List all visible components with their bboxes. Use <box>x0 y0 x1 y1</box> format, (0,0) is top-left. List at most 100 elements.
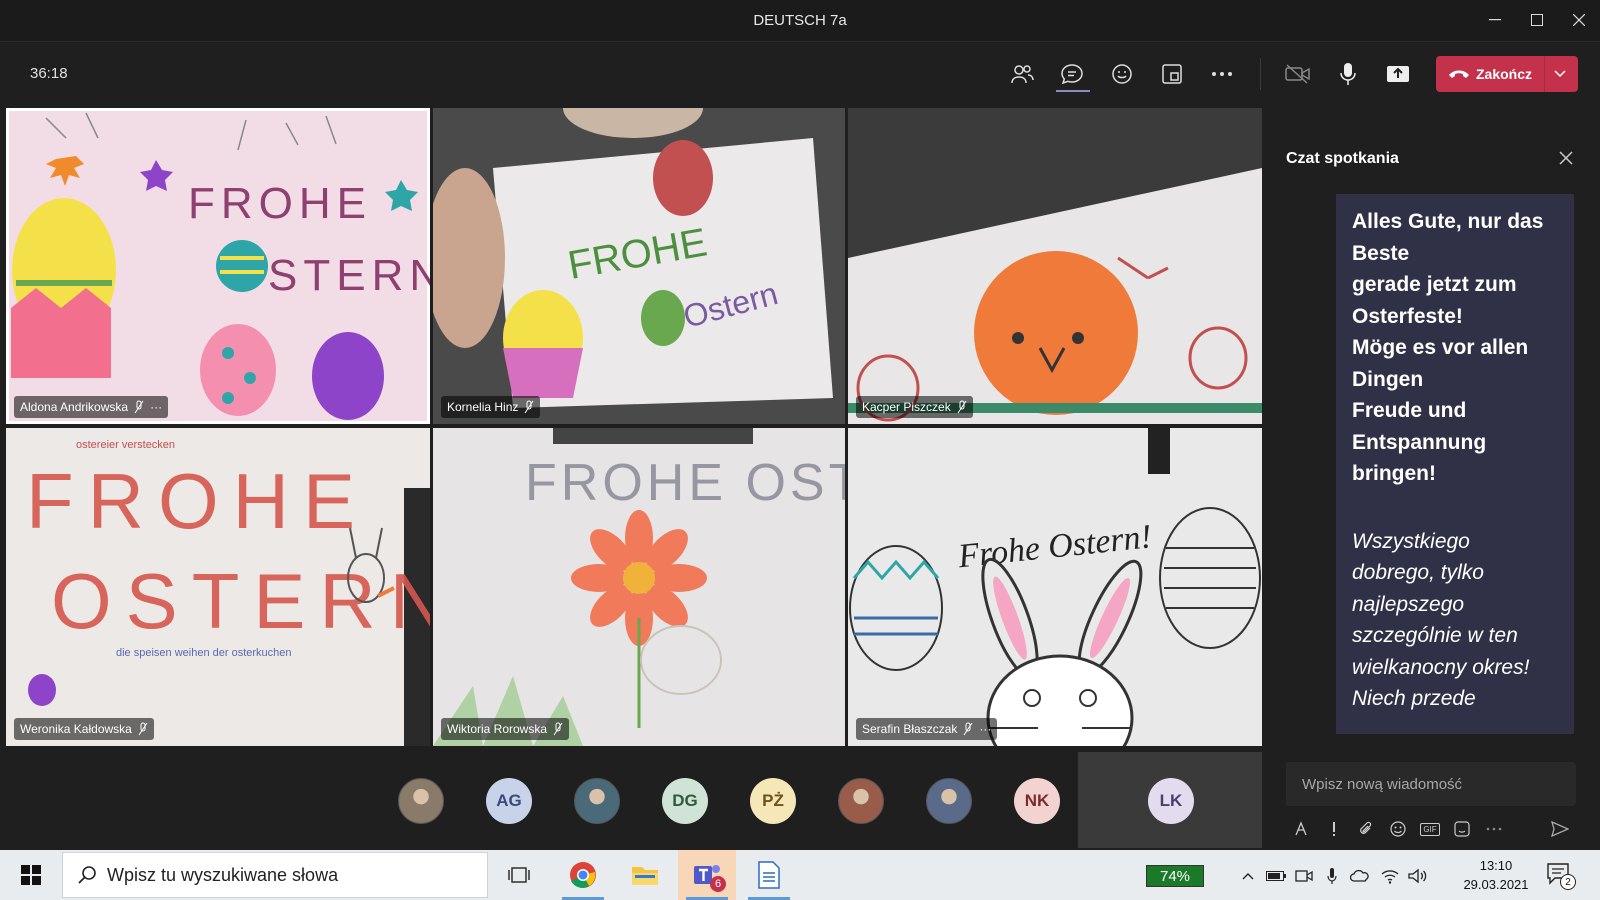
close-window-button[interactable] <box>1556 0 1600 40</box>
participant-avatar[interactable]: PŻ <box>750 778 796 824</box>
participant-name-tag: Kacper Piszczek <box>856 396 973 418</box>
participant-name-tag: Serafin Błaszczak ··· <box>856 718 998 740</box>
windows-taskbar: Wpisz tu wyszukiwane słowa 6 74% 13:10 2… <box>0 850 1600 900</box>
compose-toolbar: GIF <box>1286 814 1576 844</box>
video-tile[interactable]: Frohe Ostern! Serafin Błaszczak ··· <box>848 428 1262 746</box>
more-icon <box>1486 827 1502 831</box>
more-icon <box>1212 72 1232 76</box>
notification-count: 2 <box>1560 874 1576 890</box>
battery-indicator[interactable]: 74% <box>1146 865 1204 887</box>
important-button[interactable] <box>1318 815 1350 843</box>
meet-now-tray-icon[interactable] <box>1292 865 1316 887</box>
file-explorer-app[interactable] <box>616 850 674 900</box>
emoji-button[interactable] <box>1382 815 1414 843</box>
easter-drawing: FROHE OSTERN <box>433 428 845 746</box>
onedrive-tray-icon[interactable] <box>1348 865 1372 887</box>
participant-avatar[interactable]: AG <box>486 778 532 824</box>
svg-text:ostereier verstecken: ostereier verstecken <box>76 439 175 451</box>
more-actions-button[interactable] <box>1204 56 1240 92</box>
cloud-icon <box>1350 870 1369 882</box>
document-icon <box>758 861 780 889</box>
camera-button[interactable] <box>1280 56 1316 92</box>
participant-avatar-photo[interactable] <box>926 778 972 824</box>
mic-muted-icon <box>138 722 148 736</box>
network-tray-icon[interactable] <box>1378 865 1402 887</box>
format-button[interactable] <box>1286 815 1318 843</box>
svg-text:FROHE: FROHE <box>26 457 369 545</box>
end-call-label: Zakończ <box>1476 66 1533 82</box>
end-call-button[interactable]: Zakończ <box>1436 56 1578 92</box>
volume-tray-icon[interactable] <box>1406 865 1430 887</box>
sticker-icon <box>1454 821 1470 837</box>
action-center-button[interactable]: 2 <box>1546 862 1578 890</box>
mic-tray-icon[interactable] <box>1320 865 1344 887</box>
chevron-down-icon <box>1554 70 1566 78</box>
show-hidden-icons-button[interactable] <box>1236 865 1260 887</box>
search-placeholder: Wpisz tu wyszukiwane słowa <box>107 864 339 885</box>
microphone-icon <box>1340 63 1356 85</box>
chat-active-indicator <box>1056 90 1090 92</box>
chrome-icon <box>570 862 596 888</box>
meeting-chat-panel: Czat spotkania Alles Gute, nur das Beste… <box>1262 106 1600 850</box>
wifi-icon <box>1381 870 1399 884</box>
send-button[interactable] <box>1544 815 1576 843</box>
minimize-button[interactable] <box>1472 0 1518 40</box>
taskbar-clock[interactable]: 13:10 29.03.2021 <box>1462 856 1530 894</box>
maximize-button[interactable] <box>1514 0 1560 40</box>
participant-name: Kacper Piszczek <box>862 400 951 414</box>
title-bar: DEUTSCH 7a <box>0 0 1600 42</box>
teams-app[interactable]: 6 <box>678 850 736 900</box>
participant-name-tag: Wiktoria Rorowska <box>441 718 570 740</box>
chrome-app[interactable] <box>554 850 612 900</box>
close-chat-button[interactable] <box>1552 144 1580 172</box>
search-icon <box>78 866 96 884</box>
participant-avatar-photo[interactable] <box>398 778 444 824</box>
teams-badge: 6 <box>710 876 726 892</box>
battery-tray-icon[interactable] <box>1264 865 1288 887</box>
more-options-icon[interactable]: ··· <box>150 400 162 414</box>
participant-avatar-photo[interactable] <box>838 778 884 824</box>
svg-text:STERN: STERN <box>268 251 430 300</box>
video-tile[interactable]: FROHE STERN Aldona Andrikowska ··· <box>6 108 430 424</box>
start-button[interactable] <box>2 850 60 900</box>
participant-name-tag: Aldona Andrikowska ··· <box>14 396 169 418</box>
video-tile[interactable]: FROHE OSTERN ostereier verstecken die sp… <box>6 428 430 746</box>
gif-button[interactable]: GIF <box>1414 815 1446 843</box>
easter-drawing: FROHE STERN <box>11 112 430 420</box>
participant-avatar-photo[interactable] <box>574 778 620 824</box>
video-tile[interactable]: FROHE OSTERN Wiktoria Rorowska <box>433 428 845 746</box>
video-tile[interactable]: FROHE Ostern Kornelia Hinz <box>433 108 845 424</box>
mic-muted-icon <box>134 400 144 414</box>
taskbar-search[interactable]: Wpisz tu wyszukiwane słowa <box>62 852 488 898</box>
battery-icon <box>1266 871 1286 881</box>
breakout-rooms-button[interactable] <box>1154 56 1190 92</box>
sticker-button[interactable] <box>1446 815 1478 843</box>
easter-drawing: FROHE Ostern <box>433 108 845 424</box>
participant-strip <box>0 750 1262 850</box>
participant-avatar[interactable]: NK <box>1014 778 1060 824</box>
more-options-icon[interactable]: ··· <box>979 722 991 736</box>
window-title: DEUTSCH 7a <box>753 12 847 29</box>
participant-avatar[interactable]: LK <box>1148 778 1194 824</box>
document-app[interactable] <box>740 850 798 900</box>
people-icon <box>1011 65 1034 84</box>
participant-avatar[interactable]: DG <box>662 778 708 824</box>
video-tile[interactable]: Kacper Piszczek <box>848 108 1262 424</box>
meeting-timer: 36:18 <box>30 65 68 82</box>
chat-message-polish: Wszystkiego dobrego, tylko najlepszego s… <box>1352 529 1530 711</box>
chat-button[interactable] <box>1054 56 1090 92</box>
more-compose-options-button[interactable] <box>1478 815 1510 843</box>
participants-button[interactable] <box>1004 56 1040 92</box>
easter-drawing: Frohe Ostern! <box>849 428 1261 746</box>
minimize-icon <box>1489 19 1501 21</box>
folder-icon <box>632 867 658 885</box>
microphone-button[interactable] <box>1330 56 1366 92</box>
share-screen-icon <box>1387 66 1409 82</box>
close-icon <box>1573 14 1585 26</box>
task-view-button[interactable] <box>490 850 548 900</box>
reactions-button[interactable] <box>1104 56 1140 92</box>
share-screen-button[interactable] <box>1380 56 1416 92</box>
clock-time: 13:10 <box>1479 858 1513 873</box>
message-input[interactable]: Wpisz nową wiadomość <box>1286 762 1576 806</box>
attach-button[interactable] <box>1350 815 1382 843</box>
